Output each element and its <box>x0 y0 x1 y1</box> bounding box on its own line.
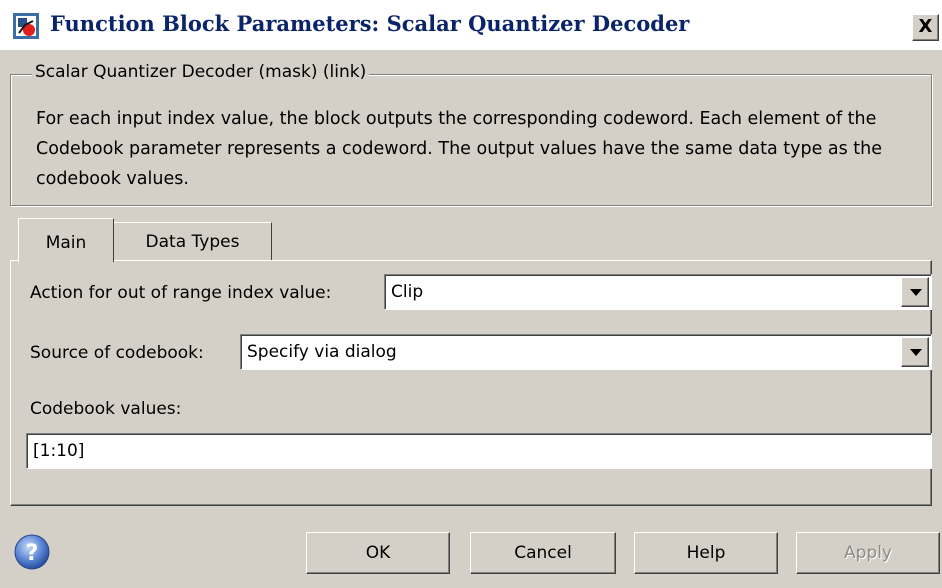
window-title: Function Block Parameters: Scalar Quanti… <box>50 11 690 36</box>
close-icon: X <box>918 16 933 37</box>
svg-text:?: ? <box>26 541 39 566</box>
tab-data-types[interactable]: Data Types <box>113 222 272 260</box>
source-dropdown-value: Specify via dialog <box>247 342 397 362</box>
codebook-label: Codebook values: <box>30 399 182 419</box>
cancel-button[interactable]: Cancel <box>470 532 616 574</box>
help-question-icon[interactable]: ? <box>13 533 51 571</box>
tab-main-label: Main <box>45 233 87 253</box>
tab-main[interactable]: Main <box>18 218 114 262</box>
action-dropdown-value: Clip <box>391 282 424 302</box>
mask-description: For each input index value, the block ou… <box>36 109 883 189</box>
mask-group-legend: Scalar Quantizer Decoder (mask) (link) <box>32 62 370 82</box>
title-bar: Function Block Parameters: Scalar Quanti… <box>0 0 942 50</box>
ok-button[interactable]: OK <box>306 532 450 574</box>
source-dropdown[interactable]: Specify via dialog <box>240 334 932 370</box>
chevron-down-icon[interactable] <box>901 277 929 307</box>
help-button[interactable]: Help <box>634 532 778 574</box>
action-label: Action for out of range index value: <box>30 283 332 303</box>
simulink-block-icon <box>13 13 39 39</box>
close-button[interactable]: X <box>912 14 939 41</box>
tab-data-types-label: Data Types <box>145 232 240 252</box>
apply-button[interactable]: Apply <box>796 532 940 574</box>
chevron-down-icon[interactable] <box>901 337 929 367</box>
codebook-input[interactable]: [1:10] <box>26 433 932 469</box>
codebook-input-value: [1:10] <box>33 441 85 461</box>
dialog-window: Function Block Parameters: Scalar Quanti… <box>0 0 942 588</box>
source-label: Source of codebook: <box>30 343 204 363</box>
action-dropdown[interactable]: Clip <box>384 274 932 310</box>
